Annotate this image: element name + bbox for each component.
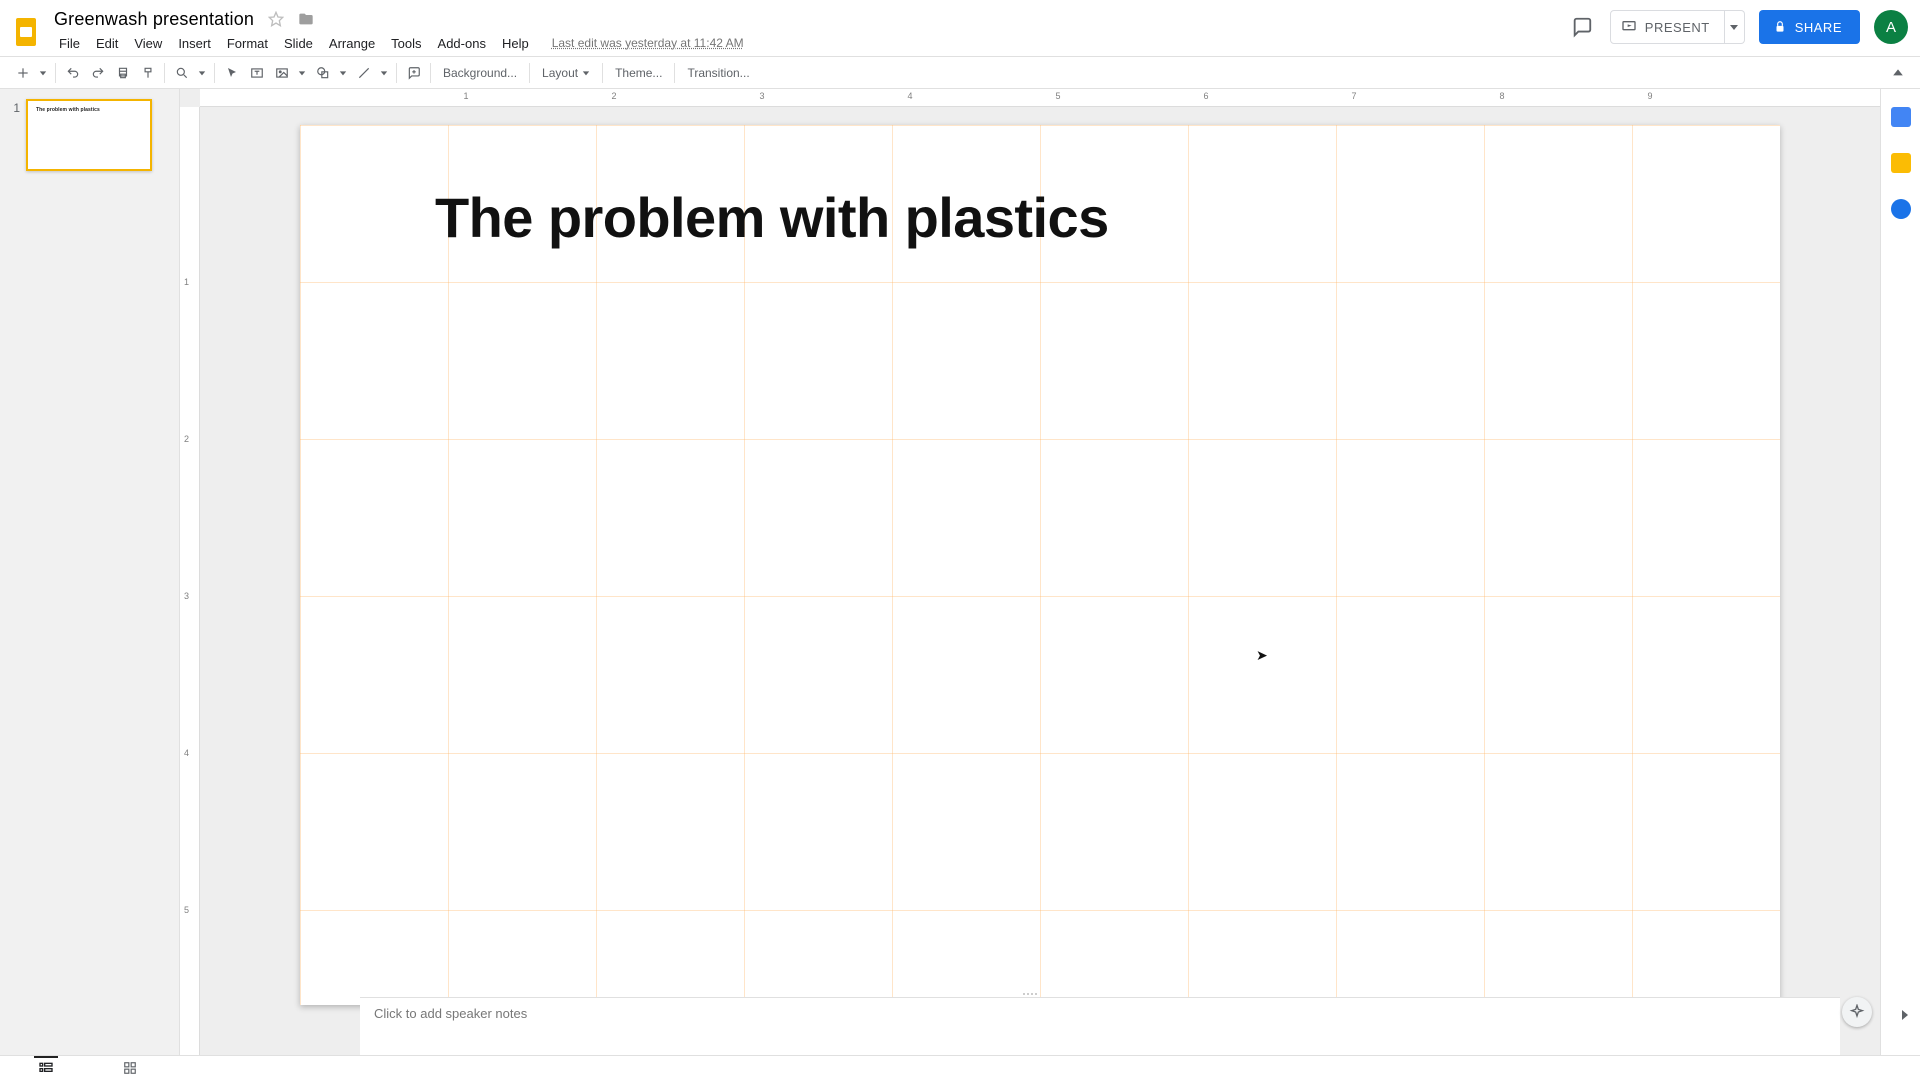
- side-panel: [1880, 89, 1920, 1055]
- shape-tool[interactable]: [310, 60, 335, 85]
- separator: [214, 63, 215, 83]
- zoom-dropdown[interactable]: [194, 60, 210, 85]
- ruler-v-tick: 3: [184, 591, 189, 601]
- separator: [164, 63, 165, 83]
- menu-view[interactable]: View: [127, 34, 169, 53]
- titlebar: Greenwash presentation File Edit View In…: [0, 0, 1920, 56]
- present-button[interactable]: PRESENT: [1610, 10, 1725, 44]
- select-tool[interactable]: [219, 60, 244, 85]
- doc-title[interactable]: Greenwash presentation: [52, 9, 256, 30]
- slide-thumb-number: 1: [8, 99, 20, 171]
- new-slide-button[interactable]: [10, 60, 35, 85]
- transition-button[interactable]: Transition...: [679, 60, 757, 85]
- menu-addons[interactable]: Add-ons: [431, 34, 493, 53]
- ruler-h-tick: 4: [907, 91, 912, 101]
- menu-tools[interactable]: Tools: [384, 34, 428, 53]
- workspace: 1 The problem with plastics 1 2 3 4 5 6 7 8 9 1 2…: [0, 89, 1920, 1055]
- redo-button[interactable]: [85, 60, 110, 85]
- share-button[interactable]: SHARE: [1759, 10, 1860, 44]
- avatar-letter: A: [1886, 19, 1896, 36]
- active-view-indicator: [34, 1056, 58, 1058]
- comment-insert-button[interactable]: [401, 60, 426, 85]
- line-dropdown[interactable]: [376, 60, 392, 85]
- ruler-v-tick: 1: [184, 277, 189, 287]
- star-icon[interactable]: [266, 9, 286, 29]
- present-group: PRESENT: [1610, 10, 1745, 44]
- canvas-area: 1 2 3 4 5 6 7 8 9 1 2 3 4 5 The problem with plastic…: [180, 89, 1880, 1055]
- folder-icon[interactable]: [296, 9, 316, 29]
- separator: [529, 63, 530, 83]
- print-button[interactable]: [110, 60, 135, 85]
- slide-thumb-title: The problem with plastics: [36, 107, 100, 113]
- ruler-v-tick: 5: [184, 905, 189, 915]
- share-label: SHARE: [1795, 20, 1842, 35]
- layout-button[interactable]: Layout: [534, 60, 598, 85]
- line-tool[interactable]: [351, 60, 376, 85]
- background-button[interactable]: Background...: [435, 60, 525, 85]
- menu-arrange[interactable]: Arrange: [322, 34, 382, 53]
- present-label: PRESENT: [1645, 20, 1710, 35]
- theme-button[interactable]: Theme...: [607, 60, 670, 85]
- menu-slide[interactable]: Slide: [277, 34, 320, 53]
- keep-icon[interactable]: [1891, 153, 1911, 173]
- expand-sidepanel-icon[interactable]: [1900, 1008, 1910, 1025]
- ruler-h-tick: 2: [611, 91, 616, 101]
- image-tool[interactable]: [269, 60, 294, 85]
- slides-logo[interactable]: [8, 14, 44, 50]
- present-dropdown[interactable]: [1725, 10, 1745, 44]
- separator: [430, 63, 431, 83]
- grid-view-button[interactable]: [118, 1059, 142, 1077]
- menu-edit[interactable]: Edit: [89, 34, 125, 53]
- calendar-icon[interactable]: [1891, 107, 1911, 127]
- slide-thumb[interactable]: The problem with plastics: [26, 99, 152, 171]
- separator: [602, 63, 603, 83]
- titlebar-actions: PRESENT SHARE A: [1568, 10, 1908, 44]
- image-dropdown[interactable]: [294, 60, 310, 85]
- title-column: Greenwash presentation File Edit View In…: [52, 8, 748, 54]
- ruler-v-tick: 2: [184, 434, 189, 444]
- new-slide-dropdown[interactable]: [35, 60, 51, 85]
- ruler-h-tick: 7: [1351, 91, 1356, 101]
- ruler-h-tick: 1: [463, 91, 468, 101]
- filmstrip-view-button[interactable]: [34, 1059, 58, 1077]
- undo-button[interactable]: [60, 60, 85, 85]
- title-row: Greenwash presentation: [52, 8, 748, 30]
- ruler-v-tick: 4: [184, 748, 189, 758]
- ruler-h-tick: 8: [1499, 91, 1504, 101]
- slide-canvas[interactable]: The problem with plastics: [300, 125, 1780, 1005]
- menubar: File Edit View Insert Format Slide Arran…: [52, 32, 748, 54]
- explore-button[interactable]: [1842, 997, 1872, 1027]
- toolbar: Background... Layout Theme... Transition…: [0, 56, 1920, 89]
- slide-title-text[interactable]: The problem with plastics: [435, 185, 1109, 250]
- zoom-button[interactable]: [169, 60, 194, 85]
- ruler-h-tick: 5: [1055, 91, 1060, 101]
- collapse-toolbar-icon[interactable]: [1886, 61, 1910, 85]
- last-edit-link[interactable]: Last edit was yesterday at 11:42 AM: [548, 34, 748, 52]
- menu-insert[interactable]: Insert: [171, 34, 218, 53]
- textbox-tool[interactable]: [244, 60, 269, 85]
- separator: [396, 63, 397, 83]
- avatar[interactable]: A: [1874, 10, 1908, 44]
- layout-label: Layout: [542, 66, 578, 80]
- separator: [674, 63, 675, 83]
- comments-icon[interactable]: [1568, 13, 1596, 41]
- ruler-h-tick: 3: [759, 91, 764, 101]
- slide-thumb-wrap: 1 The problem with plastics: [8, 99, 171, 171]
- ruler-vertical[interactable]: 1 2 3 4 5: [180, 107, 200, 1055]
- shape-dropdown[interactable]: [335, 60, 351, 85]
- ruler-horizontal[interactable]: 1 2 3 4 5 6 7 8 9: [200, 89, 1880, 107]
- speaker-notes[interactable]: Click to add speaker notes: [360, 997, 1840, 1055]
- bottom-bar: [0, 1055, 1920, 1080]
- separator: [55, 63, 56, 83]
- speaker-notes-placeholder: Click to add speaker notes: [374, 1006, 527, 1021]
- filmstrip: 1 The problem with plastics: [0, 89, 180, 1055]
- menu-format[interactable]: Format: [220, 34, 275, 53]
- menu-file[interactable]: File: [52, 34, 87, 53]
- ruler-h-tick: 6: [1203, 91, 1208, 101]
- ruler-h-tick: 9: [1647, 91, 1652, 101]
- paint-format-button[interactable]: [135, 60, 160, 85]
- canvas-scroll[interactable]: The problem with plastics: [200, 107, 1880, 1055]
- menu-help[interactable]: Help: [495, 34, 536, 53]
- tasks-icon[interactable]: [1891, 199, 1911, 219]
